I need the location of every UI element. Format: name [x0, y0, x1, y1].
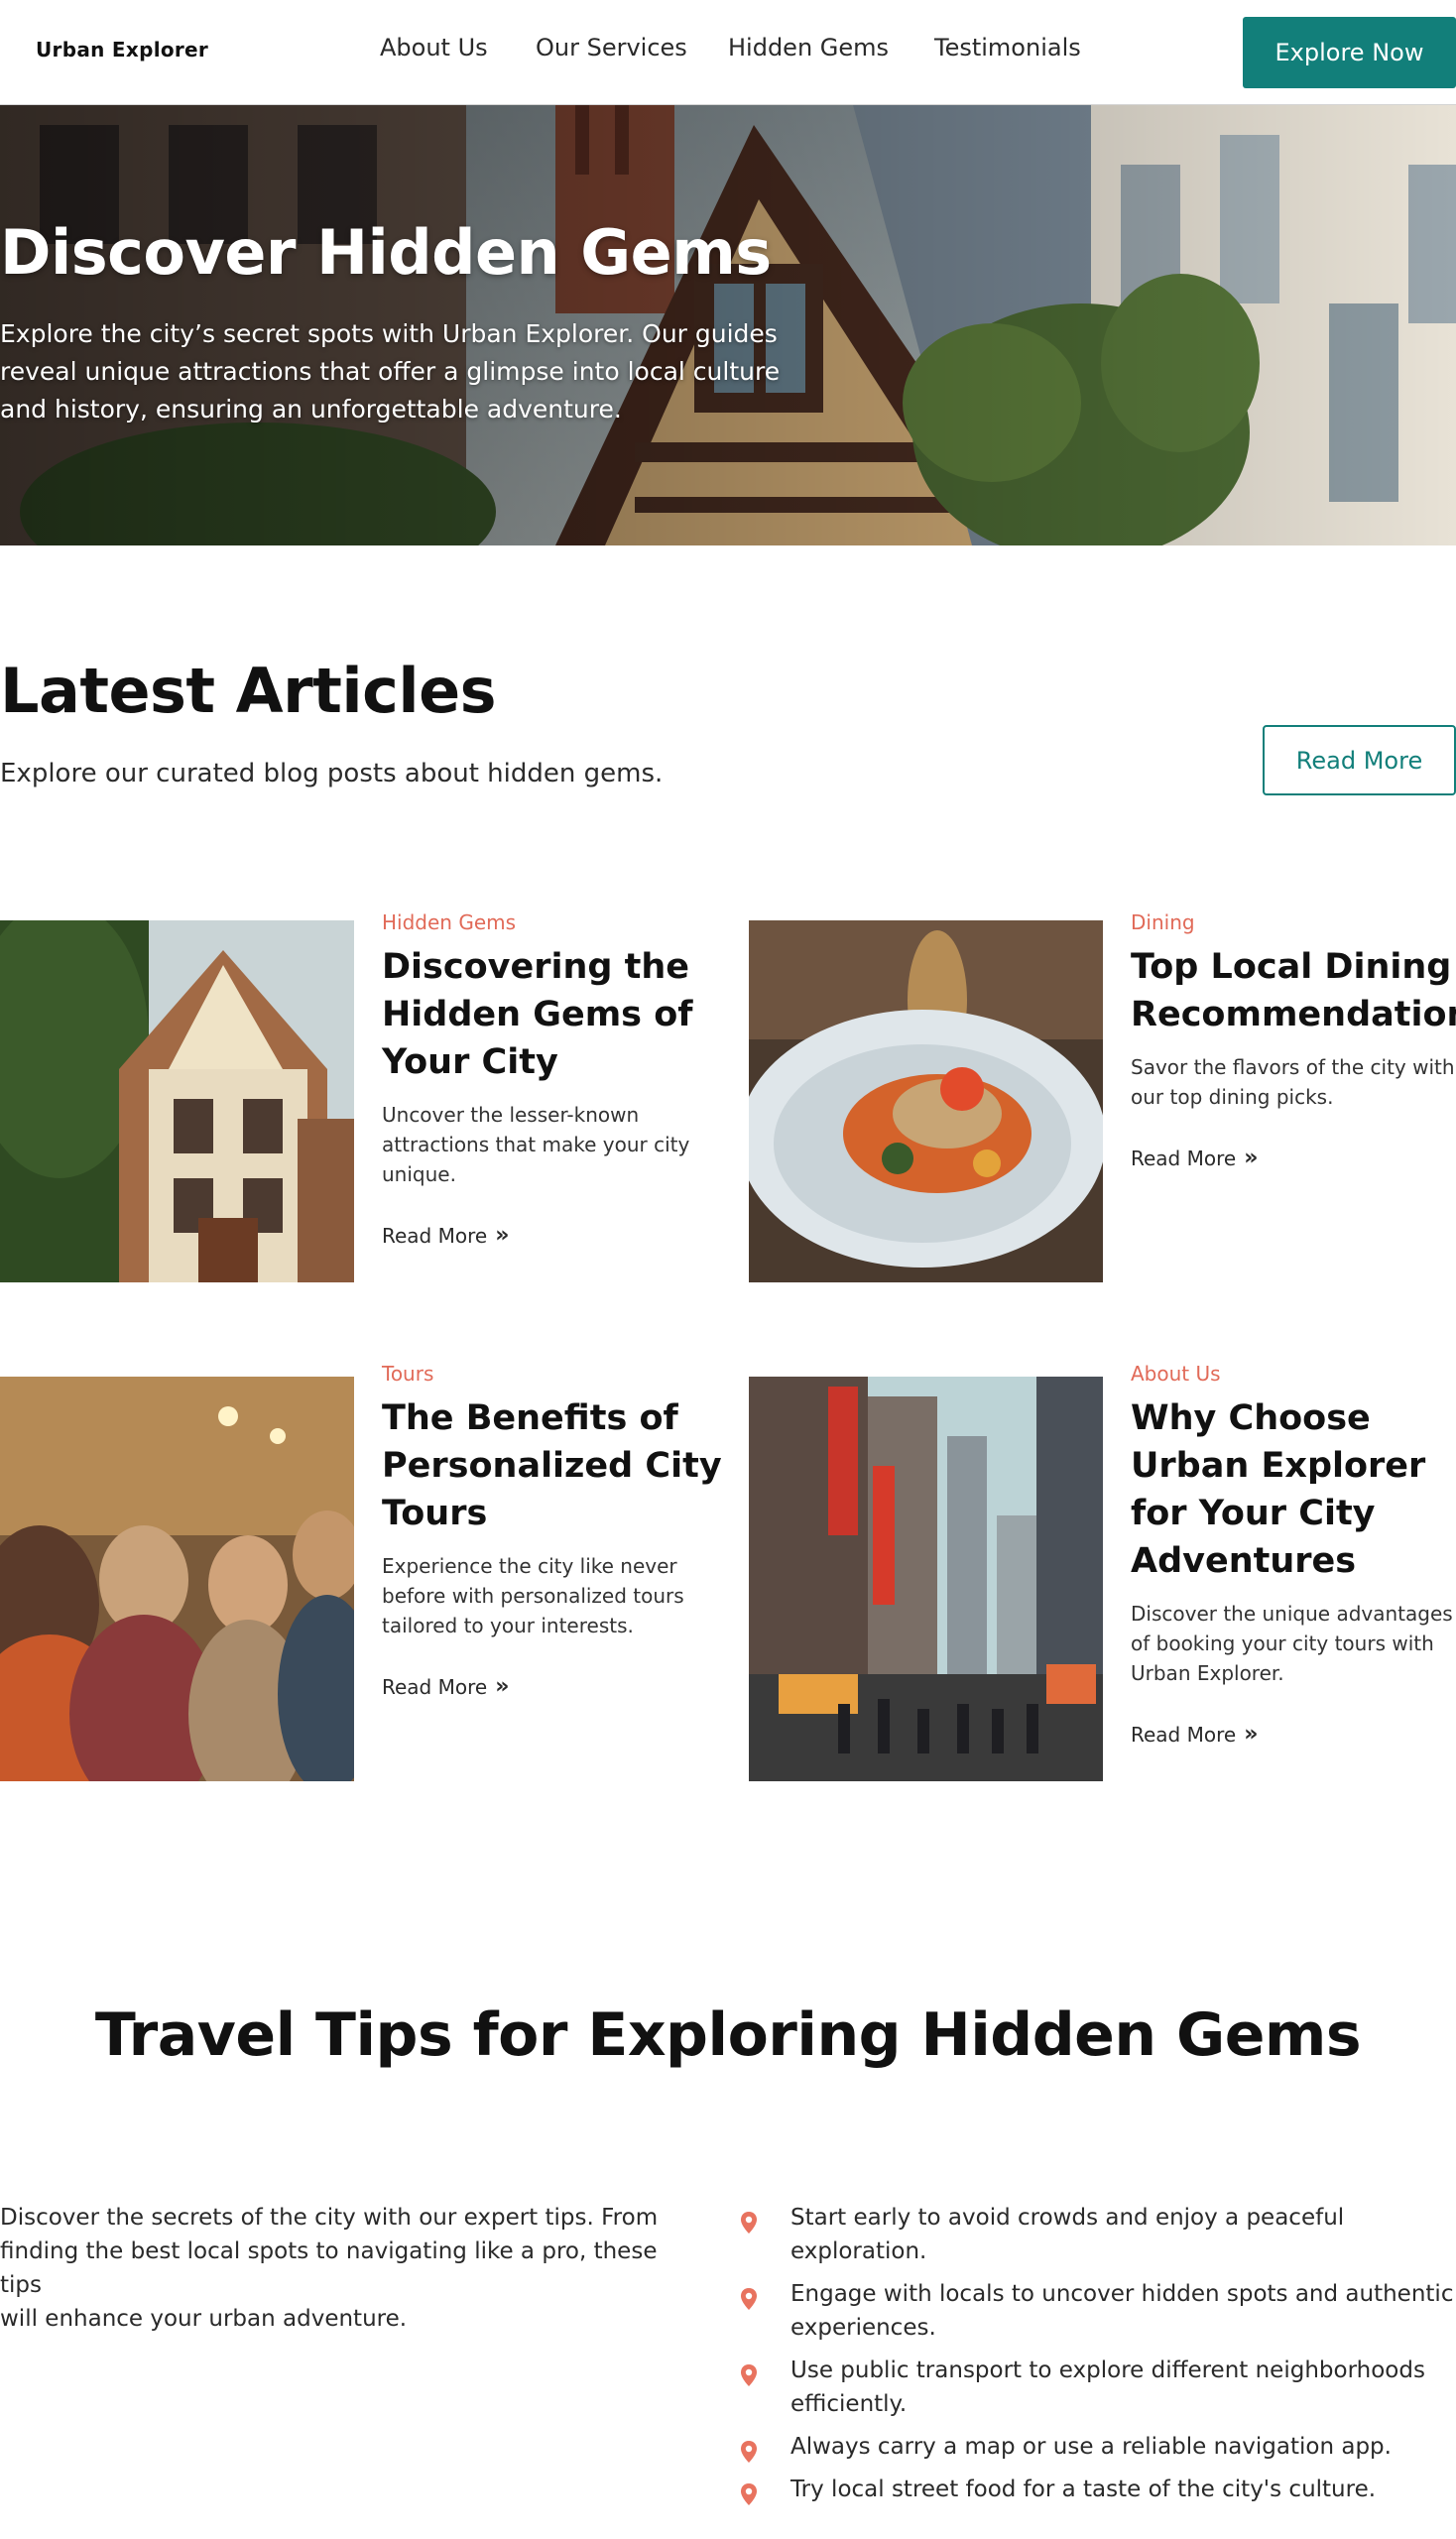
tip-item: Try local street food for a taste of the…: [737, 2473, 1456, 2511]
travel-tips-title: Travel Tips for Exploring Hidden Gems: [94, 2000, 1362, 2070]
map-pin-icon: [741, 2288, 757, 2310]
article-category[interactable]: About Us: [1131, 1359, 1456, 1389]
article-description: Uncover the lesser-known attractions tha…: [382, 1103, 690, 1186]
read-more-button[interactable]: Read More: [1263, 725, 1456, 795]
dining-dish-image: [749, 920, 1103, 1282]
double-chevron-right-icon: »: [495, 1674, 510, 1699]
article-category[interactable]: Tours: [382, 1359, 759, 1389]
tip-text: Start early to avoid crowds and enjoy a …: [790, 2205, 1345, 2264]
tip-text: Use public transport to explore differen…: [790, 2358, 1425, 2417]
article-title[interactable]: Discovering the Hidden Gems of Your City: [382, 943, 759, 1086]
article-image-hidden-gems[interactable]: [0, 920, 354, 1282]
brand-logo[interactable]: Urban Explorer: [36, 38, 208, 61]
double-chevron-right-icon: »: [1244, 1722, 1259, 1747]
site-header: Urban Explorer About Us Our Services Hid…: [0, 0, 1456, 105]
nav-testimonials[interactable]: Testimonials: [934, 34, 1081, 61]
hero-description: Explore the city’s secret spots with Urb…: [0, 319, 781, 423]
nav-about-us[interactable]: About Us: [380, 34, 488, 61]
article-category[interactable]: Dining: [1131, 907, 1456, 937]
double-chevron-right-icon: »: [495, 1223, 510, 1248]
article-read-more-link[interactable]: Read More »: [1131, 1722, 1456, 1747]
tip-item: Start early to avoid crowds and enjoy a …: [737, 2201, 1456, 2268]
article-title[interactable]: Why Choose Urban Explorer for Your City …: [1131, 1394, 1456, 1585]
article-title[interactable]: The Benefits of Personalized City Tours: [382, 1394, 759, 1537]
city-street-image: [749, 1377, 1103, 1781]
article-read-more-link[interactable]: Read More »: [382, 1223, 759, 1248]
tip-text: Engage with locals to uncover hidden spo…: [790, 2281, 1454, 2341]
article-card-2: Dining Top Local Dining Recommendations …: [1131, 907, 1456, 1170]
article-card-1: Hidden Gems Discovering the Hidden Gems …: [382, 907, 759, 1248]
read-more-label: Read More: [1131, 1146, 1237, 1170]
tip-item: Engage with locals to uncover hidden spo…: [737, 2277, 1456, 2345]
article-category[interactable]: Hidden Gems: [382, 907, 759, 937]
article-title[interactable]: Top Local Dining Recommendations: [1131, 943, 1456, 1038]
explore-now-button[interactable]: Explore Now: [1243, 17, 1456, 88]
nav-hidden-gems[interactable]: Hidden Gems: [728, 34, 889, 61]
article-read-more-link[interactable]: Read More »: [1131, 1146, 1456, 1170]
tip-item: Use public transport to explore differen…: [737, 2354, 1456, 2421]
map-pin-icon: [741, 2441, 757, 2463]
map-pin-icon: [741, 2212, 757, 2234]
hero-title: Discover Hidden Gems: [0, 216, 772, 289]
article-description: Discover the unique advantages of bookin…: [1131, 1602, 1453, 1685]
article-card-3: Tours The Benefits of Personalized City …: [382, 1359, 759, 1699]
tip-item: Always carry a map or use a reliable nav…: [737, 2430, 1456, 2469]
latest-articles-subtitle: Explore our curated blog posts about hid…: [0, 759, 664, 788]
article-description: Experience the city like never before wi…: [382, 1554, 684, 1637]
read-more-label: Read More: [382, 1674, 488, 1699]
latest-articles-title: Latest Articles: [0, 655, 497, 727]
map-pin-icon: [741, 2364, 757, 2386]
tip-text: Always carry a map or use a reliable nav…: [790, 2434, 1392, 2460]
nav-our-services[interactable]: Our Services: [536, 34, 687, 61]
article-description: Savor the flavors of the city with our t…: [1131, 1055, 1455, 1109]
tip-text: Try local street food for a taste of the…: [790, 2477, 1377, 2502]
travel-tips-intro: Discover the secrets of the city with ou…: [0, 2205, 659, 2332]
hero-section: Discover Hidden Gems Explore the city’s …: [0, 105, 1456, 545]
tudor-house-image: [0, 920, 354, 1282]
map-pin-icon: [741, 2483, 757, 2505]
read-more-label: Read More: [382, 1223, 488, 1248]
read-more-label: Read More: [1131, 1722, 1237, 1747]
article-card-4: About Us Why Choose Urban Explorer for Y…: [1131, 1359, 1456, 1747]
double-chevron-right-icon: »: [1244, 1146, 1259, 1170]
group-tour-image: [0, 1377, 354, 1781]
article-image-dining[interactable]: [749, 920, 1103, 1282]
article-image-tours[interactable]: [0, 1377, 354, 1781]
article-read-more-link[interactable]: Read More »: [382, 1674, 759, 1699]
article-image-about-us[interactable]: [749, 1377, 1103, 1781]
